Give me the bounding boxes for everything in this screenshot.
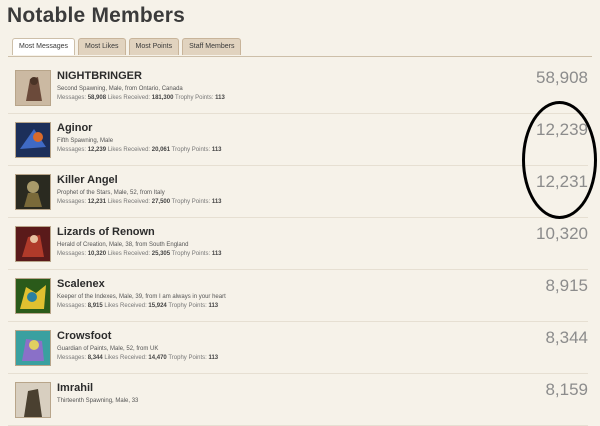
- member-info: Second Spawning, Male, from Ontario, Can…: [57, 86, 183, 92]
- likes-value: 27,500: [151, 199, 171, 205]
- member-info: Guardian of Paints, Male, 52, from UK: [57, 346, 159, 352]
- likes-label: Likes Received:: [107, 251, 151, 257]
- likes-value: 14,470: [148, 355, 167, 361]
- member-count: 8,344: [545, 328, 588, 347]
- member-row: Killer Angel Prophet of the Stars, Male,…: [8, 166, 588, 218]
- member-name[interactable]: Crowsfoot: [57, 330, 111, 342]
- points-label: Trophy Points:: [171, 199, 211, 205]
- tab-staff-members[interactable]: Staff Members: [182, 38, 242, 55]
- avatar[interactable]: [15, 278, 51, 314]
- member-stats: Messages: 58,908 Likes Received: 181,300…: [57, 95, 225, 101]
- likes-label: Likes Received:: [107, 147, 151, 153]
- avatar[interactable]: [15, 330, 51, 366]
- member-row: NIGHTBRINGER Second Spawning, Male, from…: [8, 62, 588, 114]
- member-stats: Messages: 8,915 Likes Received: 15,924 T…: [57, 303, 218, 309]
- likes-label: Likes Received:: [104, 303, 147, 309]
- tab-divider: [8, 56, 592, 57]
- points-label: Trophy Points:: [175, 95, 214, 101]
- member-stats: Messages: 8,344 Likes Received: 14,470 T…: [57, 355, 218, 361]
- member-count: 12,231: [536, 172, 588, 191]
- avatar[interactable]: [15, 174, 51, 210]
- avatar[interactable]: [15, 382, 51, 418]
- member-stats: Messages: 12,231 Likes Received: 27,500 …: [57, 199, 222, 205]
- messages-value: 12,231: [87, 199, 107, 205]
- member-name[interactable]: Lizards of Renown: [57, 226, 155, 238]
- member-stats: Messages: 10,320 Likes Received: 25,305 …: [57, 251, 222, 257]
- points-value: 113: [211, 251, 222, 257]
- member-name[interactable]: Imrahil: [57, 382, 93, 394]
- points-label: Trophy Points:: [168, 355, 207, 361]
- member-name[interactable]: NIGHTBRINGER: [57, 70, 142, 82]
- likes-value: 25,305: [151, 251, 171, 257]
- likes-value: 15,924: [148, 303, 167, 309]
- member-row: Aginor Fifth Spawning, Male Messages: 12…: [8, 114, 588, 166]
- messages-value: 8,344: [87, 355, 103, 361]
- member-list: NIGHTBRINGER Second Spawning, Male, from…: [8, 62, 588, 426]
- likes-label: Likes Received:: [104, 355, 147, 361]
- member-info: Thirteenth Spawning, Male, 33: [57, 398, 139, 404]
- member-row: Crowsfoot Guardian of Paints, Male, 52, …: [8, 322, 588, 374]
- member-count: 12,239: [536, 120, 588, 139]
- member-count: 8,159: [545, 380, 588, 399]
- page-title: Notable Members: [7, 4, 186, 27]
- points-value: 113: [215, 95, 225, 101]
- member-info: Keeper of the Indexes, Male, 39, from I …: [57, 294, 226, 300]
- points-value: 113: [211, 147, 222, 153]
- messages-value: 10,320: [87, 251, 107, 257]
- points-label: Trophy Points:: [168, 303, 207, 309]
- messages-label: Messages:: [57, 303, 87, 309]
- member-info: Prophet of the Stars, Male, 52, from Ita…: [57, 190, 165, 196]
- member-name[interactable]: Scalenex: [57, 278, 105, 290]
- avatar[interactable]: [15, 122, 51, 158]
- member-count: 58,908: [536, 68, 588, 87]
- messages-label: Messages:: [57, 355, 87, 361]
- tab-most-messages[interactable]: Most Messages: [12, 38, 76, 55]
- member-row: Scalenex Keeper of the Indexes, Male, 39…: [8, 270, 588, 322]
- likes-label: Likes Received:: [107, 95, 151, 101]
- tab-bar: Most Messages Most Likes Most Points Sta…: [12, 38, 242, 55]
- avatar[interactable]: [15, 226, 51, 262]
- avatar[interactable]: [15, 70, 51, 106]
- messages-label: Messages:: [57, 95, 87, 101]
- points-value: 113: [211, 199, 222, 205]
- tab-most-points[interactable]: Most Points: [128, 38, 180, 55]
- points-value: 113: [208, 303, 219, 309]
- member-count: 10,320: [536, 224, 588, 243]
- messages-value: 8,915: [87, 303, 103, 309]
- points-value: 113: [208, 355, 219, 361]
- likes-value: 181,300: [151, 95, 174, 101]
- messages-value: 12,239: [87, 147, 107, 153]
- tab-most-likes[interactable]: Most Likes: [78, 38, 126, 55]
- member-name[interactable]: Killer Angel: [57, 174, 118, 186]
- member-row: Lizards of Renown Herald of Creation, Ma…: [8, 218, 588, 270]
- points-label: Trophy Points:: [171, 251, 211, 257]
- messages-value: 58,908: [87, 95, 107, 101]
- member-stats: Messages: 12,239 Likes Received: 20,061 …: [57, 147, 222, 153]
- points-label: Trophy Points:: [171, 147, 211, 153]
- messages-label: Messages:: [57, 147, 87, 153]
- likes-value: 20,061: [151, 147, 171, 153]
- member-name[interactable]: Aginor: [57, 122, 92, 134]
- messages-label: Messages:: [57, 199, 87, 205]
- member-info: Herald of Creation, Male, 38, from South…: [57, 242, 189, 248]
- messages-label: Messages:: [57, 251, 87, 257]
- member-info: Fifth Spawning, Male: [57, 138, 114, 144]
- member-row: Imrahil Thirteenth Spawning, Male, 33 8,…: [8, 374, 588, 426]
- member-count: 8,915: [545, 276, 588, 295]
- likes-label: Likes Received:: [107, 199, 151, 205]
